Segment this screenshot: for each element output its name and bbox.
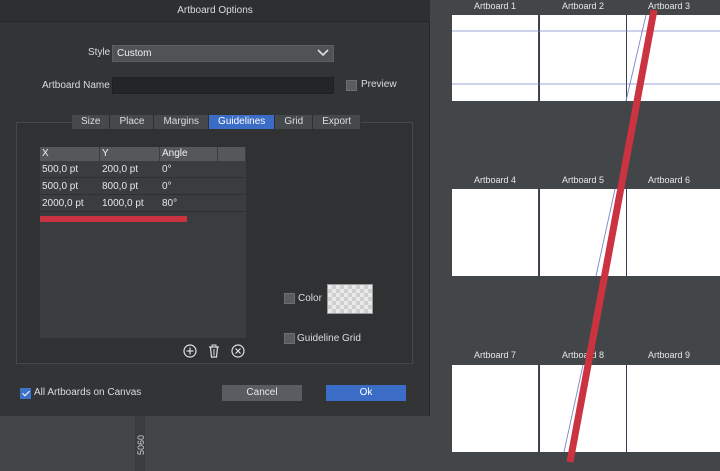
remove-icon[interactable] bbox=[231, 344, 245, 358]
artboard-5[interactable] bbox=[539, 189, 626, 276]
trash-icon[interactable] bbox=[207, 344, 221, 358]
artboard-1[interactable] bbox=[452, 15, 538, 101]
color-checkbox[interactable] bbox=[284, 293, 295, 304]
cell-angle[interactable]: 0° bbox=[160, 161, 218, 177]
preview-label: Preview bbox=[361, 79, 397, 90]
all-artboards-label: All Artboards on Canvas bbox=[34, 387, 142, 398]
artboard-name-label: Artboard Name bbox=[42, 80, 110, 91]
column-header-x[interactable]: X bbox=[40, 147, 100, 161]
artboard-label-3: Artboard 3 bbox=[648, 1, 691, 11]
chevron-down-icon bbox=[317, 49, 329, 57]
ok-button[interactable]: Ok bbox=[326, 385, 406, 401]
column-header-y[interactable]: Y bbox=[100, 147, 160, 161]
table-row[interactable]: 500,0 pt 200,0 pt 0° bbox=[40, 161, 246, 178]
cell-x[interactable]: 500,0 pt bbox=[40, 161, 100, 177]
cancel-button[interactable]: Cancel bbox=[222, 385, 302, 401]
artboard-3[interactable] bbox=[626, 15, 720, 101]
tab-bar: Size Place Margins Guidelines Grid Expor… bbox=[72, 115, 362, 129]
guidelines-table[interactable]: X Y Angle 500,0 pt 200,0 pt 0° 500,0 pt … bbox=[40, 147, 246, 338]
column-header-empty bbox=[218, 147, 246, 161]
tab-export[interactable]: Export bbox=[313, 115, 362, 129]
table-row[interactable]: 500,0 pt 800,0 pt 0° bbox=[40, 178, 246, 195]
add-icon[interactable] bbox=[183, 344, 197, 358]
cell-angle[interactable]: 0° bbox=[160, 178, 218, 194]
artboard-label-8: Artboard 8 bbox=[562, 350, 605, 360]
artboard-label-5: Artboard 5 bbox=[562, 175, 605, 185]
cell-y[interactable]: 200,0 pt bbox=[100, 161, 160, 177]
ruler-value: 5060 bbox=[136, 434, 146, 455]
artboard-name-input[interactable] bbox=[112, 77, 334, 94]
tab-grid[interactable]: Grid bbox=[275, 115, 314, 129]
cell-y[interactable]: 800,0 pt bbox=[100, 178, 160, 194]
color-swatch[interactable] bbox=[327, 284, 373, 314]
artboard-label-9: Artboard 9 bbox=[648, 350, 691, 360]
color-label: Color bbox=[298, 293, 322, 304]
table-header: X Y Angle bbox=[40, 147, 246, 161]
artboard-options-dialog: Artboard Options Style Custom Artboard N… bbox=[0, 0, 430, 416]
artboard-8[interactable] bbox=[539, 365, 626, 452]
artboard-9[interactable] bbox=[626, 365, 720, 452]
artboard-label-7: Artboard 7 bbox=[474, 350, 517, 360]
artboard-4[interactable] bbox=[452, 189, 538, 276]
cell-angle[interactable]: 80° bbox=[160, 195, 218, 211]
tab-place[interactable]: Place bbox=[110, 115, 155, 129]
tab-guidelines[interactable]: Guidelines bbox=[209, 115, 276, 129]
preview-checkbox[interactable] bbox=[346, 80, 357, 91]
cell-x[interactable]: 500,0 pt bbox=[40, 178, 100, 194]
tab-size[interactable]: Size bbox=[72, 115, 111, 129]
column-header-angle[interactable]: Angle bbox=[160, 147, 218, 161]
cell-x[interactable]: 2000,0 pt bbox=[40, 195, 100, 211]
artboard-2[interactable] bbox=[539, 15, 626, 101]
artboard-label-2: Artboard 2 bbox=[562, 1, 605, 11]
style-value: Custom bbox=[117, 48, 152, 59]
dialog-title: Artboard Options bbox=[0, 0, 430, 22]
all-artboards-checkbox[interactable] bbox=[20, 388, 31, 399]
cell-y[interactable]: 1000,0 pt bbox=[100, 195, 160, 211]
guideline-grid-label: Guideline Grid bbox=[297, 333, 361, 344]
table-row[interactable]: 2000,0 pt 1000,0 pt 80° bbox=[40, 195, 246, 212]
guideline-grid-checkbox[interactable] bbox=[284, 333, 295, 344]
artboard-7[interactable] bbox=[452, 365, 538, 452]
style-select[interactable]: Custom bbox=[112, 45, 334, 62]
artboard-6[interactable] bbox=[626, 189, 720, 276]
artboard-label-1: Artboard 1 bbox=[474, 1, 517, 11]
red-annotation-bar bbox=[40, 216, 187, 222]
style-label: Style bbox=[88, 47, 111, 58]
tab-margins[interactable]: Margins bbox=[154, 115, 210, 129]
artboard-label-6: Artboard 6 bbox=[648, 175, 691, 185]
artboard-label-4: Artboard 4 bbox=[474, 175, 517, 185]
